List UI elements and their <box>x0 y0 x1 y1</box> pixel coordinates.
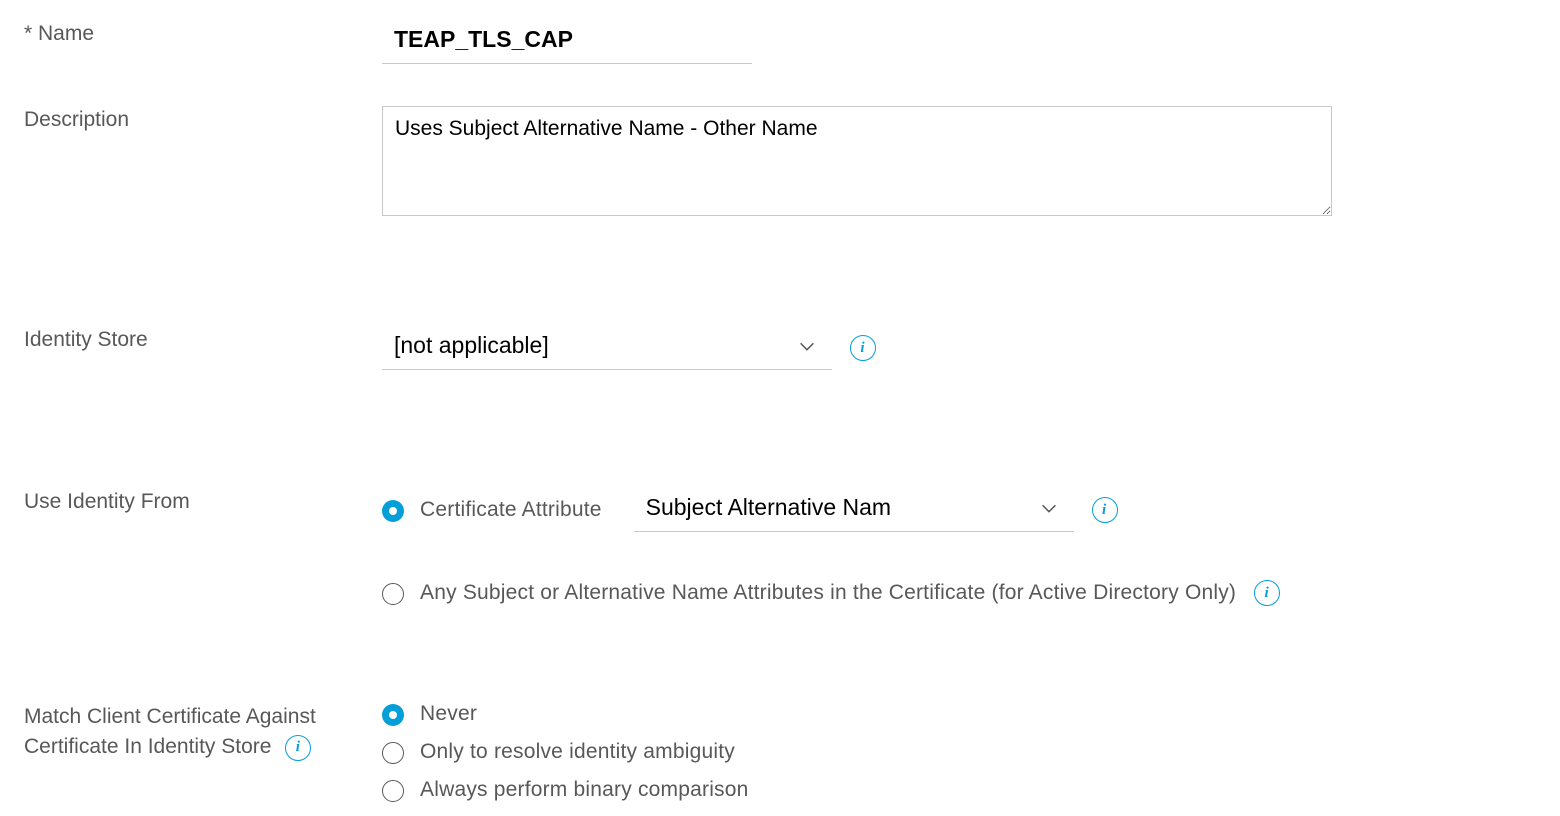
chevron-down-icon <box>796 335 818 357</box>
chevron-down-icon <box>1038 497 1060 519</box>
use-identity-from-value-col: Certificate Attribute Subject Alternativ… <box>382 488 1536 606</box>
match-client-cert-value-col: Never Only to resolve identity ambiguity… <box>382 702 1536 802</box>
certificate-auth-profile-form: * Name Description Uses Subject Alternat… <box>0 0 1560 802</box>
info-icon[interactable] <box>850 335 876 361</box>
info-icon[interactable] <box>1092 497 1118 523</box>
radio-label-any-subject: Any Subject or Alternative Name Attribut… <box>420 581 1236 605</box>
identity-store-value: [not applicable] <box>394 332 788 359</box>
row-identity-store: Identity Store [not applicable] <box>24 326 1536 370</box>
name-value-col <box>382 20 1536 64</box>
certificate-attribute-select[interactable]: Subject Alternative Nam <box>634 488 1074 532</box>
radio-certificate-attribute[interactable] <box>382 500 404 522</box>
radio-row-ambiguity: Only to resolve identity ambiguity <box>382 740 1536 764</box>
radio-row-never: Never <box>382 702 1536 726</box>
identity-store-select[interactable]: [not applicable] <box>382 326 832 370</box>
row-description: Description Uses Subject Alternative Nam… <box>24 106 1536 216</box>
description-label: Description <box>24 106 382 133</box>
radio-label-binary: Always perform binary comparison <box>420 778 749 802</box>
radio-binary[interactable] <box>382 780 404 802</box>
radio-row-any-subject: Any Subject or Alternative Name Attribut… <box>382 580 1536 606</box>
description-textarea[interactable]: Uses Subject Alternative Name - Other Na… <box>382 106 1332 216</box>
identity-store-value-col: [not applicable] <box>382 326 1536 370</box>
name-label: * Name <box>24 20 382 47</box>
radio-label-ambiguity: Only to resolve identity ambiguity <box>420 740 735 764</box>
identity-store-label: Identity Store <box>24 326 382 353</box>
radio-ambiguity[interactable] <box>382 742 404 764</box>
info-icon[interactable] <box>285 735 311 761</box>
radio-never[interactable] <box>382 704 404 726</box>
use-identity-from-label: Use Identity From <box>24 488 382 515</box>
row-match-client-cert: Match Client Certificate Against Certifi… <box>24 702 1536 802</box>
row-use-identity-from: Use Identity From Certificate Attribute … <box>24 488 1536 606</box>
row-name: * Name <box>24 0 1536 64</box>
radio-row-binary: Always perform binary comparison <box>382 778 1536 802</box>
match-client-cert-label-text: Match Client Certificate Against Certifi… <box>24 705 316 758</box>
certificate-attribute-value: Subject Alternative Nam <box>646 494 1030 521</box>
match-client-cert-label: Match Client Certificate Against Certifi… <box>24 702 382 763</box>
radio-label-never: Never <box>420 702 477 726</box>
description-value-col: Uses Subject Alternative Name - Other Na… <box>382 106 1536 216</box>
info-icon[interactable] <box>1254 580 1280 606</box>
radio-any-subject[interactable] <box>382 583 404 605</box>
radio-label-certificate-attribute: Certificate Attribute <box>420 498 602 522</box>
name-input[interactable] <box>382 20 752 64</box>
radio-row-certificate-attribute: Certificate Attribute Subject Alternativ… <box>382 488 1536 532</box>
